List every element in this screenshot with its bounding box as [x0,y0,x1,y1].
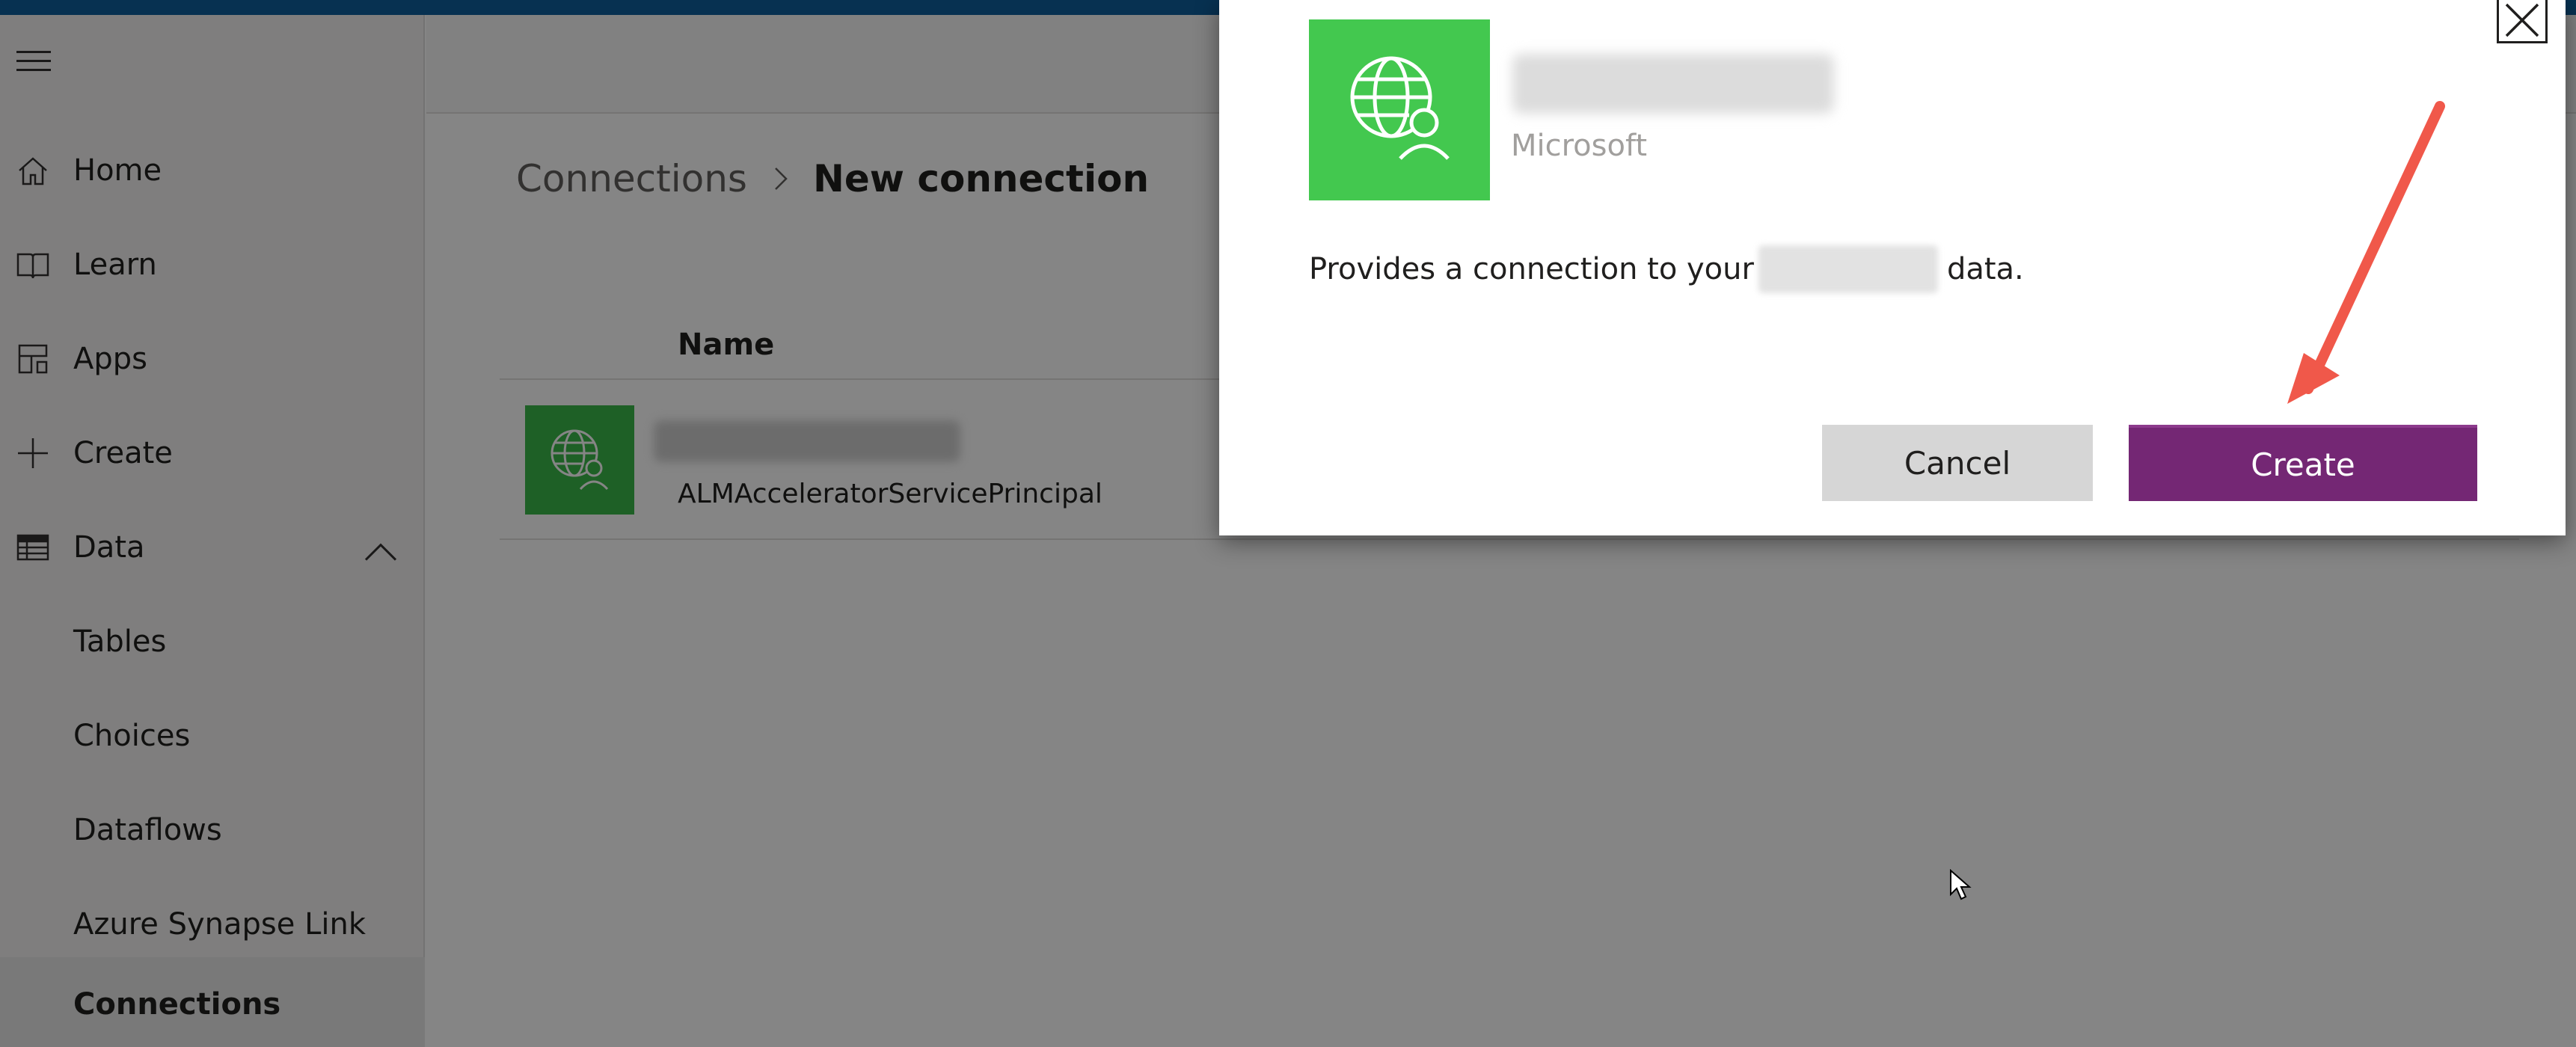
globe-user-icon [1350,56,1450,160]
connector-description: Provides a connection to your data. [1309,245,2024,293]
close-icon [2505,3,2539,37]
dialog-connector-icon [1309,19,1490,200]
description-text-start: Provides a connection to your [1309,252,1754,286]
annotation-arrow [2287,101,2445,404]
cancel-button[interactable]: Cancel [1822,425,2093,501]
mouse-cursor-icon [1950,869,1972,900]
create-button[interactable]: Create [2129,425,2477,501]
connector-publisher: Microsoft [1511,129,1648,163]
connector-name-redacted [1512,54,1834,114]
description-redacted [1758,245,1938,293]
close-button[interactable] [2497,0,2548,43]
description-text-end: data. [1946,252,2024,286]
app-window: Home Learn Apps Create Data Tables Choic… [0,0,2576,1047]
